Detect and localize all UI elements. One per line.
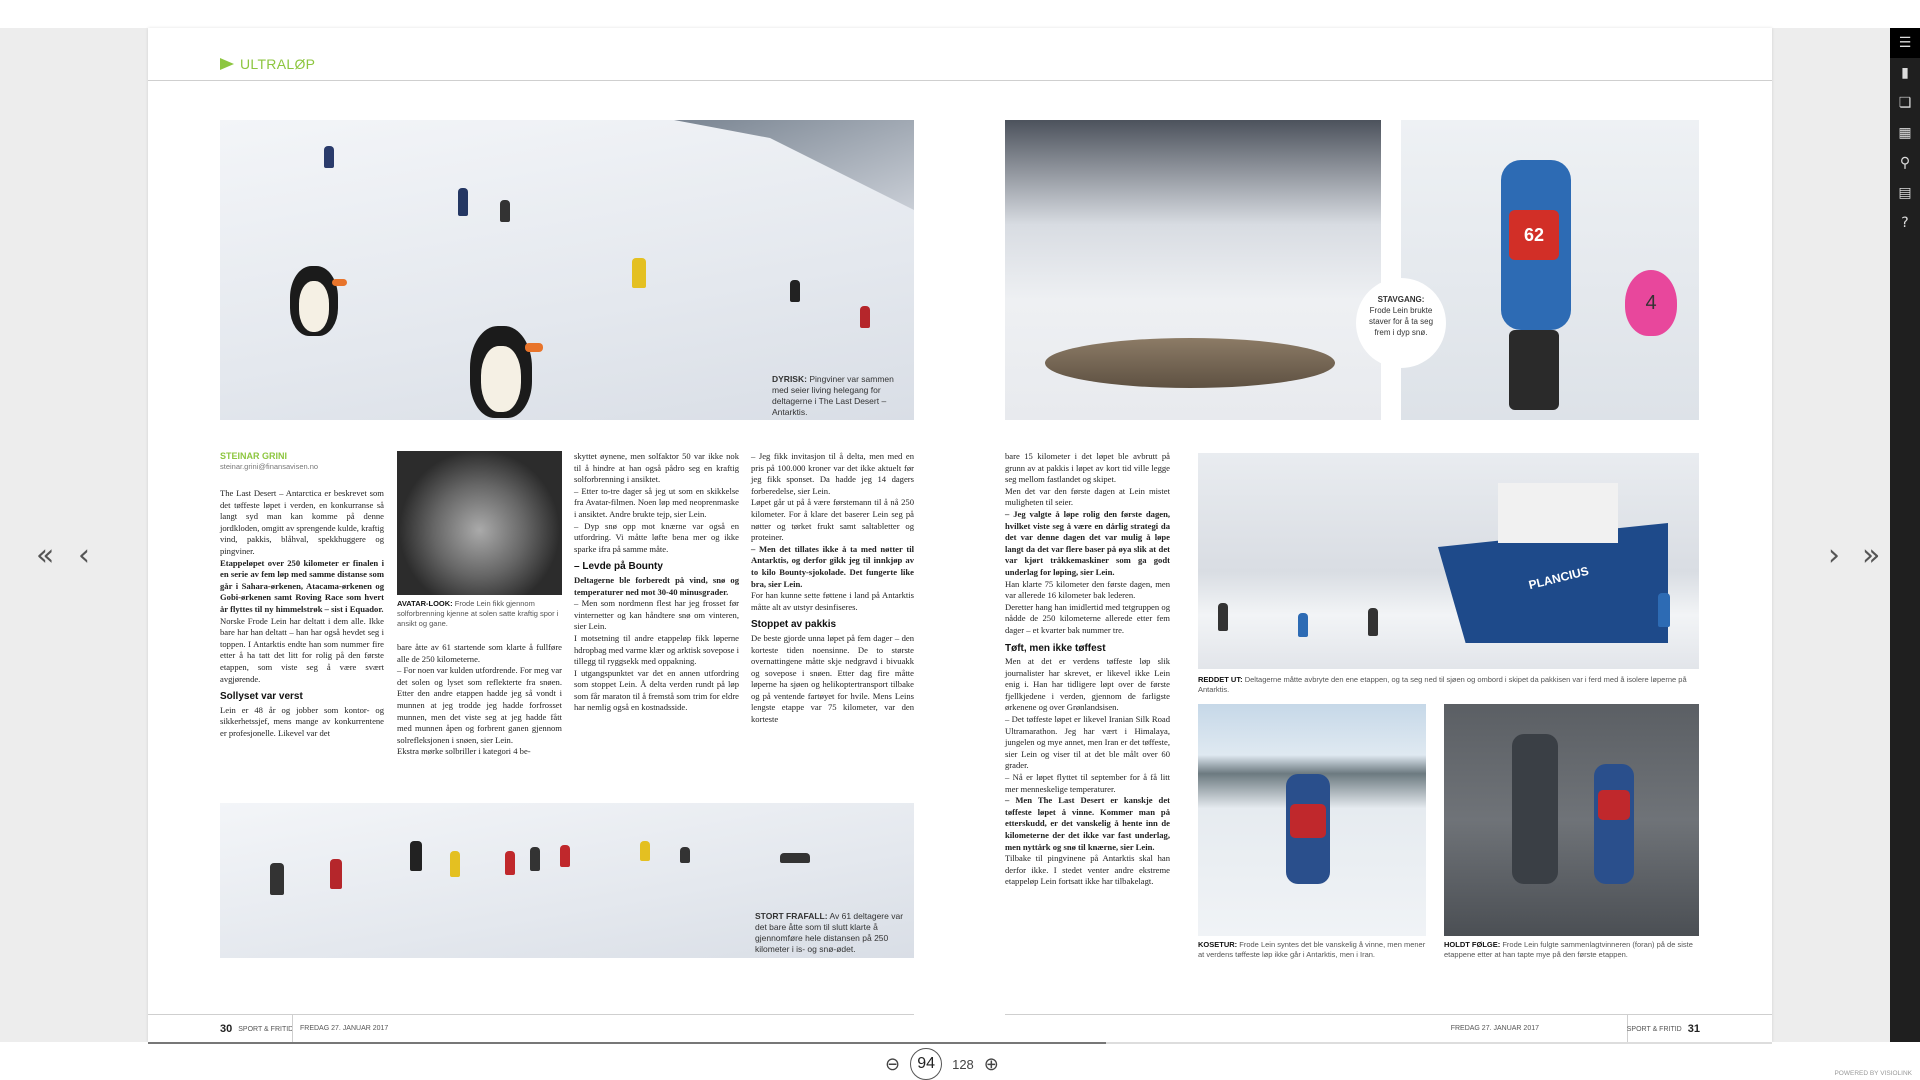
search-icon[interactable]: ⚲ <box>1890 148 1920 178</box>
toolbar-sidebar: ☰ ▮ ❏ ▦ ⚲ ▤ ? <box>1890 28 1920 1042</box>
pager: ⊖ 94 128 ⊕ <box>885 1048 999 1080</box>
article-column-1: The Last Desert – Antarctica er beskreve… <box>220 488 384 738</box>
menu-icon[interactable]: ☰ <box>1890 28 1920 58</box>
holdt-folge-photo <box>1444 704 1699 936</box>
article-column-4: – Jeg fikk invitasjon til å delta, men m… <box>751 451 914 725</box>
stavgang-caption: STAVGANG: Frode Lein brukte staver for å … <box>1368 295 1434 337</box>
last-page-button[interactable]: » <box>1862 538 1880 573</box>
kosetur-photo <box>1198 704 1426 936</box>
footer-section: SPORT & FRITID <box>1626 1025 1682 1033</box>
bottom-bar: ⊖ 94 128 ⊕ POWERED BY VISIOLINK <box>0 1042 1920 1080</box>
footer-date: FREDAG 27. JANUAR 2017 <box>1450 1025 1539 1032</box>
section-arrow-icon <box>220 58 234 70</box>
section-title: ULTRALØP <box>240 56 316 72</box>
grid-icon[interactable]: ▦ <box>1890 118 1920 148</box>
seal-photo <box>1005 120 1381 420</box>
runner-photo: 62 4 <box>1401 120 1699 420</box>
penguin-race-photo: DYRISK: Pingviner var sammen med seier l… <box>220 120 914 420</box>
article-column-5: bare 15 kilometer i det løpet ble avbrut… <box>1005 451 1170 887</box>
penguin-icon <box>470 326 544 418</box>
page-icon[interactable]: ▮ <box>1890 58 1920 88</box>
photo-caption: DYRISK: Pingviner var sammen med seier l… <box>772 374 894 417</box>
kosetur-caption: KOSETUR: Frode Lein syntes det ble vansk… <box>1198 940 1426 959</box>
penguin-icon <box>290 266 347 336</box>
trekkers-line-photo: STORT FRAFALL: Av 61 deltagere var det b… <box>220 803 914 958</box>
ship-photo: PLANCIUS <box>1198 453 1699 669</box>
stavgang-bubble: STAVGANG: Frode Lein brukte staver for å … <box>1356 278 1446 368</box>
footer-date: FREDAG 27. JANUAR 2017 <box>300 1025 389 1032</box>
article-column-3: skyttet øynene, men solfaktor 50 var ikk… <box>574 451 739 713</box>
total-pages: 128 <box>952 1056 974 1072</box>
race-bib: 62 <box>1509 210 1559 260</box>
holdt-folge-caption: HOLDT FØLGE: Frode Lein fulgte sammenlag… <box>1444 940 1693 959</box>
previous-page-button[interactable]: ‹ <box>78 538 90 573</box>
reading-progress-fill <box>148 1042 1107 1044</box>
page-number-left: 30 <box>220 1023 233 1035</box>
strip-caption: STORT FRAFALL: Av 61 deltagere var det b… <box>755 911 904 954</box>
reading-progress <box>148 1042 1772 1044</box>
zoom-in-icon[interactable]: ⊕ <box>984 1054 999 1075</box>
powered-by: POWERED BY VISIOLINK <box>1834 1070 1912 1077</box>
article-column-2: bare åtte av 61 startende som klarte å f… <box>397 642 562 757</box>
top-bar <box>0 0 1920 28</box>
page-number-right: 31 <box>1687 1023 1700 1035</box>
author-name: STEINAR GRINI <box>220 451 288 461</box>
portrait-photo <box>397 451 562 595</box>
author-email: steinar.grini@finansavisen.no <box>220 462 319 471</box>
list-icon[interactable]: ▤ <box>1890 178 1920 208</box>
current-page-input[interactable]: 94 <box>910 1048 943 1080</box>
section-label: ULTRALØP <box>220 56 315 72</box>
zoom-out-icon[interactable]: ⊖ <box>885 1054 900 1075</box>
next-page-button[interactable]: › <box>1828 538 1840 573</box>
first-page-button[interactable]: « <box>36 538 54 573</box>
pages-icon[interactable]: ❏ <box>1890 88 1920 118</box>
footer-section: SPORT & FRITID <box>238 1025 294 1033</box>
page-header: ULTRALØP <box>148 28 1772 81</box>
magazine-spread: ULTRALØP DYRISK: Pingviner var sammen me… <box>148 28 1772 1069</box>
help-icon[interactable]: ? <box>1890 208 1920 238</box>
ship-caption: REDDET UT: Deltagerne måtte avbryte den … <box>1198 675 1687 694</box>
checkpoint-flag: 4 <box>1625 270 1677 336</box>
portrait-caption: AVATAR-LOOK: Frode Lein fikk gjennom sol… <box>397 599 559 628</box>
